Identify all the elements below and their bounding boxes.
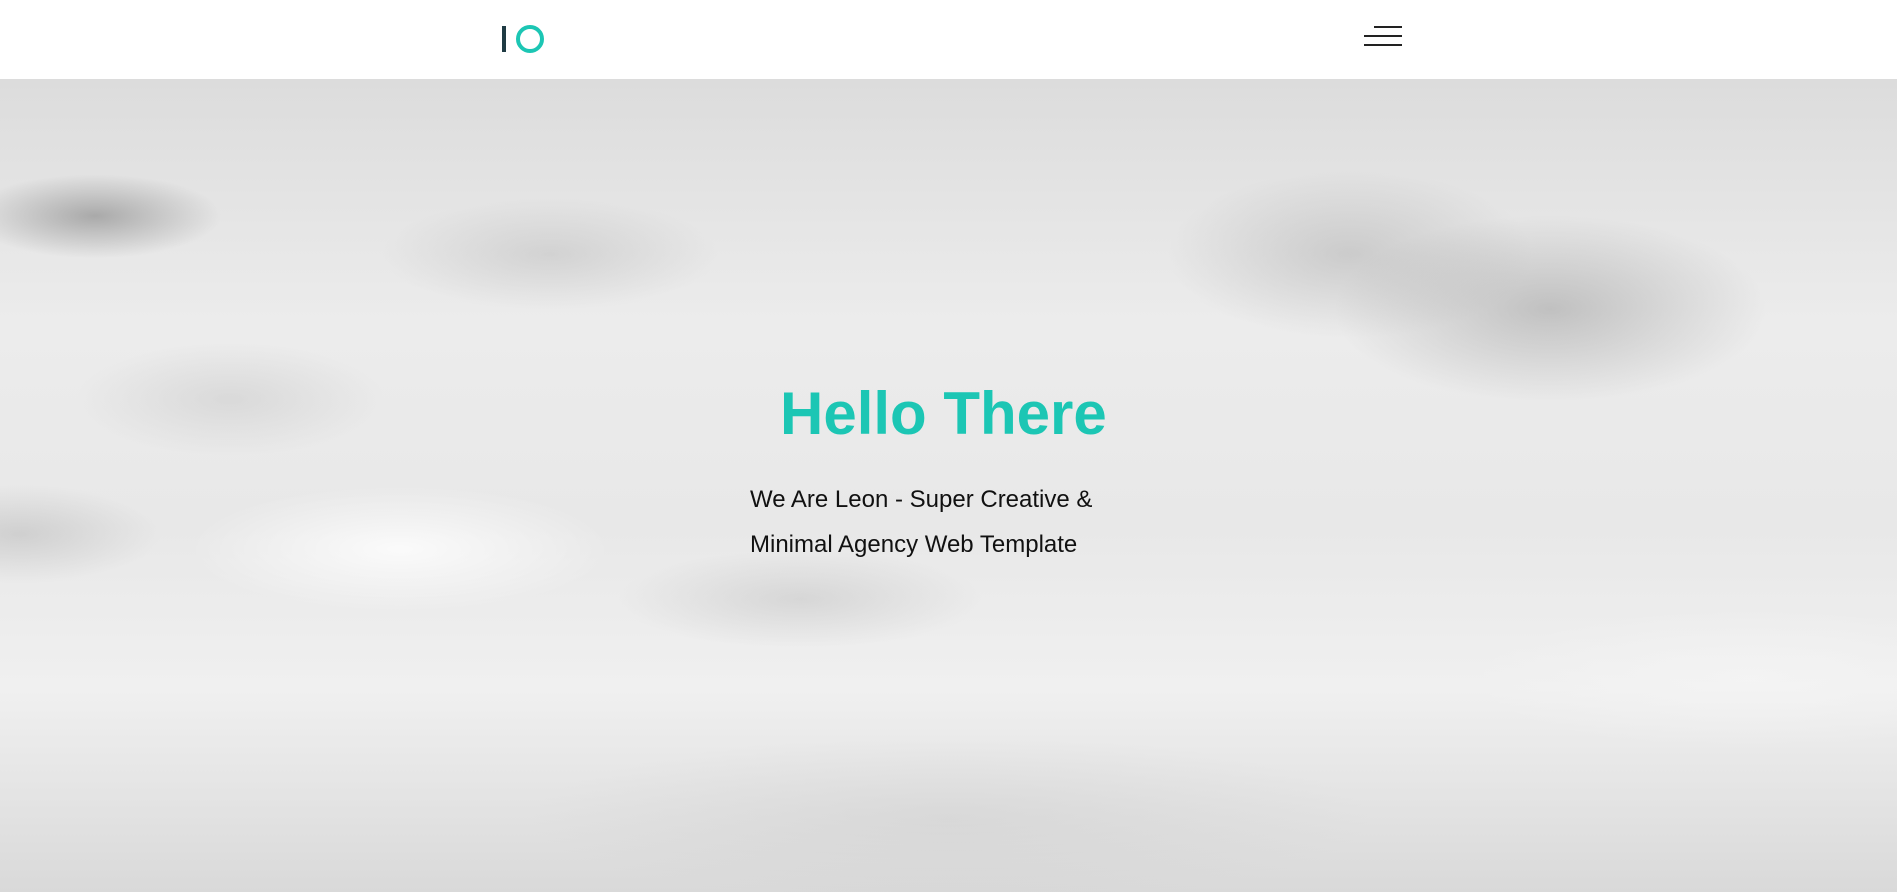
site-header bbox=[0, 0, 1897, 79]
hero-section: Hello There We Are Leon - Super Creative… bbox=[0, 79, 1897, 892]
logo-bar-shape bbox=[502, 26, 506, 52]
leon-logo-icon[interactable] bbox=[502, 24, 546, 54]
hero-subtitle: We Are Leon - Super Creative & Minimal A… bbox=[750, 477, 1130, 567]
hero-subtitle-line-2: Minimal Agency Web Template bbox=[750, 531, 1078, 558]
hero-subtitle-line-1: We Are Leon - Super Creative & bbox=[750, 486, 1093, 513]
hero-title: Hello There bbox=[780, 380, 1107, 447]
menu-line-bottom bbox=[1364, 44, 1402, 46]
logo-ring-shape bbox=[516, 25, 544, 53]
menu-line-middle bbox=[1364, 35, 1402, 37]
hamburger-menu-icon[interactable] bbox=[1362, 25, 1402, 49]
menu-line-top bbox=[1374, 26, 1402, 28]
